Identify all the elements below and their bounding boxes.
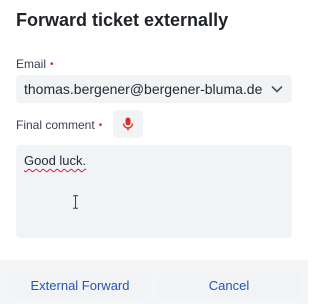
email-label-text: Email	[16, 57, 47, 71]
final-comment-textarea[interactable]: Good luck.	[16, 145, 292, 238]
microphone-icon	[122, 117, 134, 131]
dialog-title: Forward ticket externally	[16, 10, 229, 30]
email-required-mark: •	[50, 59, 54, 70]
email-select[interactable]: thomas.bergener@bergener-bluma.de	[16, 75, 292, 103]
dictation-button[interactable]	[113, 110, 143, 138]
text-cursor-icon	[73, 195, 78, 209]
comment-required-mark: •	[98, 120, 103, 131]
final-comment-value: Good luck.	[24, 153, 87, 168]
email-label: Email •	[16, 57, 54, 71]
external-forward-button[interactable]: External Forward	[9, 272, 151, 298]
chevron-down-icon	[271, 86, 283, 93]
comment-label-text: Final comment	[16, 118, 95, 132]
cancel-button[interactable]: Cancel	[158, 272, 300, 298]
comment-label: Final comment •	[16, 118, 102, 132]
email-value: thomas.bergener@bergener-bluma.de	[24, 81, 263, 97]
